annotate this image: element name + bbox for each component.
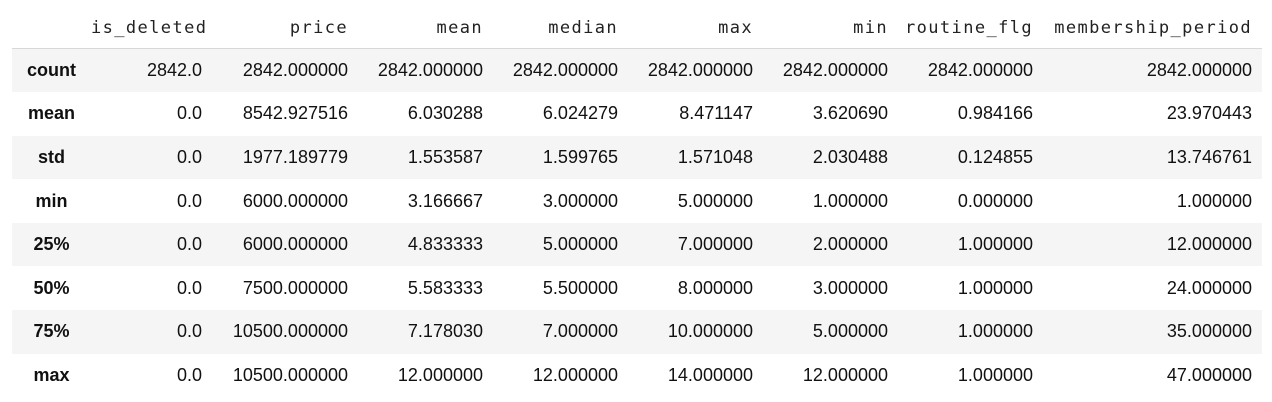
table-row: std 0.0 1977.189779 1.553587 1.599765 1.… bbox=[12, 135, 1262, 180]
table-cell: 8.471147 bbox=[679, 103, 753, 124]
table-cell: 4.833333 bbox=[407, 234, 483, 255]
column-header: membership_period bbox=[1043, 8, 1262, 49]
table-cell: 14.000000 bbox=[667, 364, 753, 385]
table-cell: 2.030488 bbox=[812, 146, 888, 167]
table-row: min 0.0 6000.000000 3.166667 3.000000 5.… bbox=[12, 179, 1262, 223]
table-cell: 1.000000 bbox=[957, 277, 1033, 298]
table-cell: 3.000000 bbox=[812, 277, 888, 298]
table-cell: 2842.000000 bbox=[512, 60, 618, 81]
table-cell: 1.000000 bbox=[957, 321, 1033, 342]
table-cell: 10500.000000 bbox=[232, 364, 348, 385]
table-cell: 10.000000 bbox=[667, 321, 753, 342]
table-cell: 1.571048 bbox=[677, 146, 753, 167]
table-cell: 7.000000 bbox=[542, 321, 618, 342]
table-cell: 2842.000000 bbox=[647, 60, 753, 81]
table-cell: 7.000000 bbox=[677, 234, 753, 255]
table-row: 25% 0.0 6000.000000 4.833333 5.000000 7.… bbox=[12, 222, 1262, 267]
table-cell: 0.984166 bbox=[957, 103, 1033, 124]
table-cell: 2842.000000 bbox=[242, 60, 348, 81]
table-cell: 1977.189779 bbox=[242, 146, 348, 167]
table-row: 75% 0.0 10500.000000 7.178030 7.000000 1… bbox=[12, 310, 1262, 354]
table-cell: 5.000000 bbox=[677, 190, 753, 211]
column-header: max bbox=[628, 8, 763, 49]
column-header: price bbox=[212, 8, 358, 49]
table-cell: 0.0 bbox=[176, 103, 202, 124]
table-cell: 0.0 bbox=[176, 146, 202, 167]
table-cell: 7.178030 bbox=[407, 321, 483, 342]
table-cell: 12.000000 bbox=[802, 364, 888, 385]
index-header bbox=[12, 8, 91, 49]
table-cell: 2842.000000 bbox=[782, 60, 888, 81]
table-cell: 12.000000 bbox=[397, 364, 483, 385]
table-cell: 5.000000 bbox=[812, 321, 888, 342]
table-cell: 3.166667 bbox=[407, 190, 483, 211]
table-cell: 2842.000000 bbox=[927, 60, 1033, 81]
table-cell: 1.599765 bbox=[542, 146, 618, 167]
row-label: 75% bbox=[33, 321, 70, 342]
column-header: median bbox=[493, 8, 628, 49]
table-cell: 6000.000000 bbox=[242, 234, 348, 255]
table-cell: 35.000000 bbox=[1166, 321, 1252, 342]
table-row: 50% 0.0 7500.000000 5.583333 5.500000 8.… bbox=[12, 266, 1262, 311]
table-cell: 5.500000 bbox=[542, 277, 618, 298]
table-cell: 6.024279 bbox=[542, 103, 618, 124]
column-header: routine_flg bbox=[898, 8, 1043, 49]
table-cell: 3.000000 bbox=[542, 190, 618, 211]
table-cell: 0.124855 bbox=[957, 146, 1033, 167]
table-cell: 5.583333 bbox=[407, 277, 483, 298]
table-cell: 24.000000 bbox=[1166, 277, 1252, 298]
table-cell: 8542.927516 bbox=[242, 103, 348, 124]
table-cell: 1.553587 bbox=[407, 146, 483, 167]
table-cell: 2842.0 bbox=[146, 60, 202, 81]
row-label: std bbox=[38, 146, 65, 167]
table-cell: 0.0 bbox=[176, 364, 202, 385]
table-cell: 6.030288 bbox=[407, 103, 483, 124]
table-cell: 6000.000000 bbox=[242, 190, 348, 211]
column-header: mean bbox=[358, 8, 493, 49]
row-label: mean bbox=[27, 103, 76, 124]
table-cell: 8.000000 bbox=[677, 277, 753, 298]
row-label: count bbox=[27, 60, 76, 81]
table-cell: 0.0 bbox=[176, 234, 202, 255]
table-cell: 2.000000 bbox=[812, 234, 888, 255]
table-row: mean 0.0 8542.927516 6.030288 6.024279 8… bbox=[12, 92, 1262, 136]
table-cell: 2842.000000 bbox=[1146, 60, 1252, 81]
table-cell: 47.000000 bbox=[1166, 364, 1252, 385]
table-cell: 23.970443 bbox=[1166, 103, 1252, 124]
column-header: min bbox=[763, 8, 898, 49]
table-cell: 1.000000 bbox=[957, 234, 1033, 255]
table-row: max 0.0 10500.000000 12.000000 12.000000… bbox=[12, 353, 1262, 398]
dataframe-output: is_deleted price mean median max min rou… bbox=[12, 8, 1262, 398]
table-cell: 7500.000000 bbox=[242, 277, 348, 298]
column-header: is_deleted bbox=[91, 8, 212, 49]
table-cell: 0.0 bbox=[176, 321, 202, 342]
table-cell: 13.746761 bbox=[1166, 146, 1252, 167]
table-cell: 0.0 bbox=[176, 277, 202, 298]
row-label: 25% bbox=[33, 234, 70, 255]
table-cell: 0.000000 bbox=[957, 190, 1033, 211]
table-cell: 2842.000000 bbox=[377, 60, 483, 81]
table-cell: 1.000000 bbox=[812, 190, 888, 211]
table-cell: 3.620690 bbox=[812, 103, 888, 124]
table-cell: 1.000000 bbox=[957, 364, 1033, 385]
table-cell: 0.0 bbox=[176, 190, 202, 211]
row-label: min bbox=[35, 190, 68, 211]
table-cell: 5.000000 bbox=[542, 234, 618, 255]
table-cell: 10500.000000 bbox=[232, 321, 348, 342]
table-cell: 12.000000 bbox=[532, 364, 618, 385]
table-row: count 2842.0 2842.000000 2842.000000 284… bbox=[12, 48, 1262, 93]
header-row: is_deleted price mean median max min rou… bbox=[12, 8, 1262, 49]
row-label: 50% bbox=[33, 277, 70, 298]
describe-table: is_deleted price mean median max min rou… bbox=[12, 8, 1262, 398]
table-cell: 1.000000 bbox=[1176, 190, 1252, 211]
row-label: max bbox=[33, 364, 70, 385]
table-cell: 12.000000 bbox=[1166, 234, 1252, 255]
